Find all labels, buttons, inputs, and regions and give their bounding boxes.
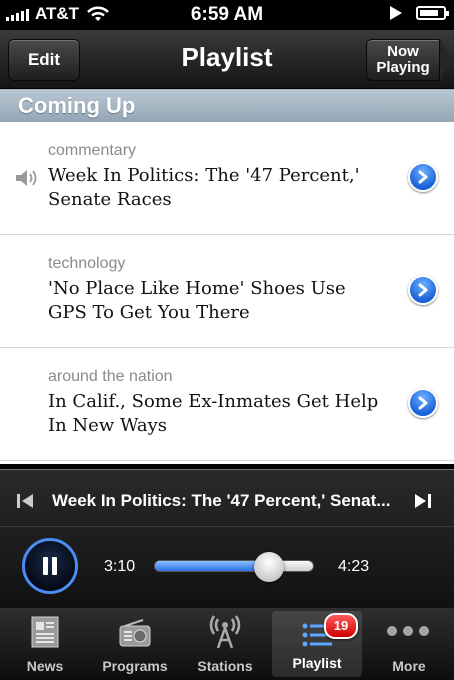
tab-playlist[interactable]: 19 Playlist (272, 611, 362, 677)
navigation-bar: Edit Playlist Now Playing (0, 30, 454, 89)
now-playing-label-line1: Now (387, 43, 419, 60)
tab-label: Playlist (292, 655, 342, 671)
item-title: In Calif., Some Ex-Inmates Get Help In N… (48, 391, 379, 436)
tab-label: Programs (102, 658, 168, 674)
tab-programs[interactable]: Programs (90, 608, 180, 680)
skip-forward-icon[interactable] (414, 492, 432, 510)
battery-icon (416, 6, 449, 20)
total-duration: 4:23 (338, 558, 370, 575)
item-category: around the nation (48, 368, 173, 385)
antenna-icon (209, 615, 241, 649)
chevron-right-icon (418, 170, 428, 184)
more-icon (387, 626, 429, 636)
detail-disclosure-button[interactable] (408, 388, 438, 418)
now-playing-button[interactable]: Now Playing (366, 39, 440, 81)
now-playing-track-title: Week In Politics: The '47 Percent,' Sena… (52, 491, 391, 510)
battery-fill (420, 10, 439, 16)
tab-label: Stations (197, 658, 253, 674)
item-title: 'No Place Like Home' Shoes Use GPS To Ge… (48, 278, 346, 323)
mini-player: Week In Politics: The '47 Percent,' Sena… (0, 470, 454, 608)
chevron-right-icon (418, 396, 428, 410)
pause-icon-bar-left (43, 557, 48, 575)
list-item[interactable]: around the nation In Calif., Some Ex-Inm… (0, 348, 454, 461)
tab-label: More (392, 658, 426, 674)
detail-disclosure-button[interactable] (408, 162, 438, 192)
list-item[interactable]: technology 'No Place Like Home' Shoes Us… (0, 235, 454, 348)
elapsed-time: 3:10 (104, 558, 136, 575)
radio-icon (119, 619, 151, 647)
pause-button[interactable] (22, 538, 78, 594)
item-category: commentary (48, 142, 137, 159)
progress-slider-thumb[interactable] (253, 552, 284, 582)
progress-fill (155, 561, 269, 571)
tab-bar: News Programs Stations 19 Playlist More (0, 608, 454, 680)
tab-news[interactable]: News (0, 608, 90, 680)
speaker-icon (16, 170, 37, 186)
pause-icon-bar-right (52, 557, 57, 575)
item-category: technology (48, 255, 126, 272)
status-right (390, 6, 449, 20)
tab-more[interactable]: More (364, 608, 454, 680)
playlist-list: commentary Week In Politics: The '47 Per… (0, 122, 454, 464)
now-playing-indicator-icon (390, 6, 402, 20)
news-icon (31, 616, 59, 648)
clock: 6:59 AM (190, 4, 264, 25)
chevron-right-icon (418, 283, 428, 297)
playlist-count-badge: 19 (324, 613, 358, 639)
skip-back-icon[interactable] (16, 492, 34, 510)
item-title: Week In Politics: The '47 Percent,' Sena… (48, 165, 360, 210)
section-title: Coming Up (18, 93, 136, 118)
detail-disclosure-button[interactable] (408, 275, 438, 305)
player-separator (0, 526, 454, 527)
now-playing-label-line2: Playing (376, 59, 430, 76)
now-playing-button-label: Now Playing (376, 44, 429, 76)
tab-label: News (26, 658, 64, 674)
tab-stations[interactable]: Stations (180, 608, 270, 680)
section-header: Coming Up (0, 89, 454, 123)
status-bar: AT&T 6:59 AM (0, 0, 454, 30)
now-playing-arrow-icon (440, 39, 452, 81)
list-item[interactable]: commentary Week In Politics: The '47 Per… (0, 122, 454, 235)
progress-slider[interactable] (154, 552, 314, 582)
